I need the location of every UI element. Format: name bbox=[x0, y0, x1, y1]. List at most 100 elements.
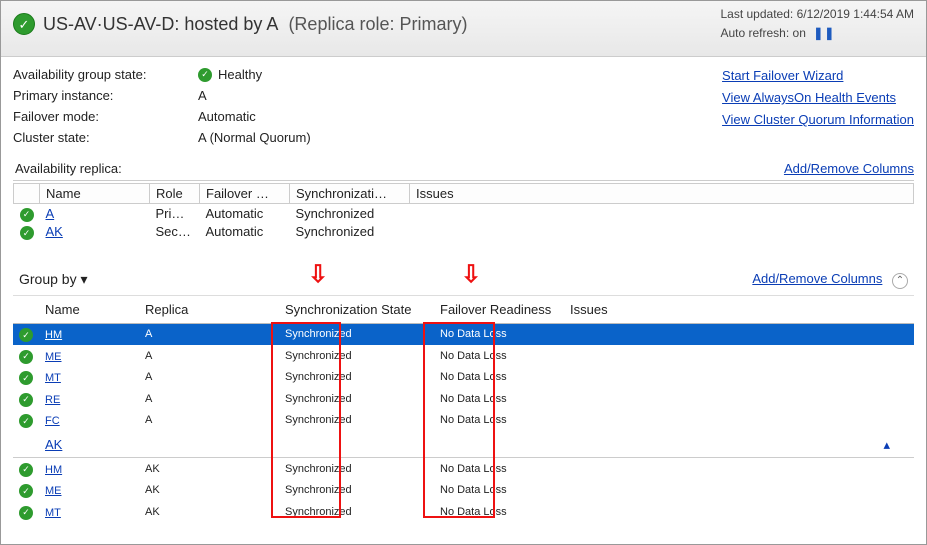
replica-role: Sec… bbox=[150, 223, 200, 242]
start-failover-wizard-link[interactable]: Start Failover Wizard bbox=[722, 68, 843, 83]
failover-mode-label: Failover mode: bbox=[13, 109, 198, 124]
check-icon: ✓ bbox=[19, 393, 33, 407]
database-sync-state: Synchronized bbox=[279, 410, 434, 432]
add-remove-columns-link[interactable]: Add/Remove Columns bbox=[784, 161, 914, 176]
view-health-events-link[interactable]: View AlwaysOn Health Events bbox=[722, 90, 896, 105]
check-icon: ✓ bbox=[20, 226, 34, 240]
group-header-row[interactable]: AK▴ bbox=[13, 431, 914, 458]
database-name-link[interactable]: ME bbox=[45, 485, 62, 497]
database-row[interactable]: ✓ HM ASynchronizedNo Data Loss bbox=[13, 323, 914, 345]
replica-failover: Automatic bbox=[200, 223, 290, 242]
db-col-name[interactable]: Name bbox=[39, 296, 139, 324]
database-failover-readiness: No Data Loss bbox=[434, 501, 564, 521]
database-state-table: Name Replica Synchronization State Failo… bbox=[13, 296, 914, 521]
replica-issues bbox=[410, 223, 914, 242]
replica-row[interactable]: ✓ AK Sec…AutomaticSynchronized bbox=[14, 223, 914, 242]
database-replica: A bbox=[139, 345, 279, 367]
db-col-replica[interactable]: Replica bbox=[139, 296, 279, 324]
database-failover-readiness: No Data Loss bbox=[434, 345, 564, 367]
replica-row[interactable]: ✓ A Pri…AutomaticSynchronized bbox=[14, 204, 914, 223]
database-sync-state: Synchronized bbox=[279, 388, 434, 410]
database-failover-readiness: No Data Loss bbox=[434, 458, 564, 480]
database-replica: A bbox=[139, 367, 279, 389]
cluster-state-value: A (Normal Quorum) bbox=[198, 130, 914, 145]
database-issues bbox=[564, 480, 914, 502]
database-issues bbox=[564, 345, 914, 367]
replica-failover: Automatic bbox=[200, 204, 290, 223]
group-by-dropdown[interactable]: Group by ▾ bbox=[19, 271, 88, 288]
database-row[interactable]: ✓ ME AKSynchronizedNo Data Loss bbox=[13, 480, 914, 502]
replica-sync: Synchronized bbox=[290, 204, 410, 223]
database-issues bbox=[564, 501, 914, 521]
database-replica: AK bbox=[139, 501, 279, 521]
database-sync-state: Synchronized bbox=[279, 323, 434, 345]
ag-state-value: Healthy bbox=[218, 67, 262, 82]
database-issues bbox=[564, 367, 914, 389]
check-icon: ✓ bbox=[20, 208, 34, 222]
database-name-link[interactable]: ME bbox=[45, 351, 62, 363]
database-row[interactable]: ✓MTASynchronizedNo Data Loss bbox=[13, 367, 914, 389]
view-quorum-info-link[interactable]: View Cluster Quorum Information bbox=[722, 112, 914, 127]
database-row[interactable]: ✓ ME ASynchronizedNo Data Loss bbox=[13, 345, 914, 367]
database-replica: A bbox=[139, 388, 279, 410]
database-name-link[interactable]: MT bbox=[45, 372, 61, 384]
database-row[interactable]: ✓HMAKSynchronizedNo Data Loss bbox=[13, 458, 914, 480]
database-failover-readiness: No Data Loss bbox=[434, 480, 564, 502]
col-name[interactable]: Name bbox=[40, 184, 150, 204]
db-col-fail[interactable]: Failover Readiness bbox=[434, 296, 564, 324]
db-col-status[interactable] bbox=[13, 296, 39, 324]
database-row[interactable]: ✓MTAKSynchronizedNo Data Loss bbox=[13, 501, 914, 521]
action-links: Start Failover Wizard View AlwaysOn Heal… bbox=[722, 65, 914, 131]
database-issues bbox=[564, 458, 914, 480]
header-meta: Last updated: 6/12/2019 1:44:54 AM Auto … bbox=[720, 5, 914, 43]
database-sync-state: Synchronized bbox=[279, 367, 434, 389]
replica-name-link[interactable]: AK bbox=[46, 224, 63, 239]
col-issues[interactable]: Issues bbox=[410, 184, 914, 204]
pause-icon[interactable]: ❚❚ bbox=[813, 26, 835, 40]
database-replica: AK bbox=[139, 458, 279, 480]
col-failover[interactable]: Failover … bbox=[200, 184, 290, 204]
database-sync-state: Synchronized bbox=[279, 458, 434, 480]
database-name-link[interactable]: RE bbox=[45, 394, 60, 406]
database-failover-readiness: No Data Loss bbox=[434, 388, 564, 410]
database-sync-state: Synchronized bbox=[279, 480, 434, 502]
check-icon: ✓ bbox=[19, 371, 33, 385]
db-col-sync[interactable]: Synchronization State bbox=[279, 296, 434, 324]
ag-state-label: Availability group state: bbox=[13, 67, 198, 82]
replica-role: Pri… bbox=[150, 204, 200, 223]
database-row[interactable]: ✓FCASynchronizedNo Data Loss bbox=[13, 410, 914, 432]
database-sync-state: Synchronized bbox=[279, 501, 434, 521]
database-name-link[interactable]: FC bbox=[45, 415, 60, 427]
primary-instance-label: Primary instance: bbox=[13, 88, 198, 103]
check-icon: ✓ bbox=[19, 328, 33, 342]
database-failover-readiness: No Data Loss bbox=[434, 410, 564, 432]
col-role[interactable]: Role bbox=[150, 184, 200, 204]
chevron-down-icon: ▾ bbox=[80, 271, 87, 287]
check-icon: ✓ bbox=[19, 350, 33, 364]
database-failover-readiness: No Data Loss bbox=[434, 323, 564, 345]
replica-sync: Synchronized bbox=[290, 223, 410, 242]
check-icon: ✓ bbox=[198, 68, 212, 82]
check-icon: ✓ bbox=[19, 484, 33, 498]
collapse-icon[interactable]: ⌃ bbox=[892, 273, 908, 289]
add-remove-columns-link-2[interactable]: Add/Remove Columns bbox=[752, 271, 882, 286]
database-name-link[interactable]: HM bbox=[45, 464, 62, 476]
replica-name-link[interactable]: A bbox=[46, 206, 55, 221]
database-issues bbox=[564, 388, 914, 410]
database-name-link[interactable]: HM bbox=[45, 329, 62, 341]
col-sync[interactable]: Synchronizati… bbox=[290, 184, 410, 204]
check-icon: ✓ bbox=[19, 414, 33, 428]
database-issues bbox=[564, 410, 914, 432]
database-replica: A bbox=[139, 323, 279, 345]
replica-table: Name Role Failover … Synchronizati… Issu… bbox=[13, 183, 914, 241]
dashboard-header: ✓ US-AV·US-AV-D: hosted by A (Replica ro… bbox=[1, 1, 926, 57]
availability-replica-heading: Availability replica: bbox=[15, 161, 122, 176]
db-col-issues[interactable]: Issues bbox=[564, 296, 914, 324]
database-name-link[interactable]: MT bbox=[45, 507, 61, 519]
col-status[interactable] bbox=[14, 184, 40, 204]
database-row[interactable]: ✓ RE ASynchronizedNo Data Loss bbox=[13, 388, 914, 410]
database-replica: AK bbox=[139, 480, 279, 502]
group-name: AK bbox=[45, 437, 62, 452]
database-sync-state: Synchronized bbox=[279, 345, 434, 367]
replica-issues bbox=[410, 204, 914, 223]
